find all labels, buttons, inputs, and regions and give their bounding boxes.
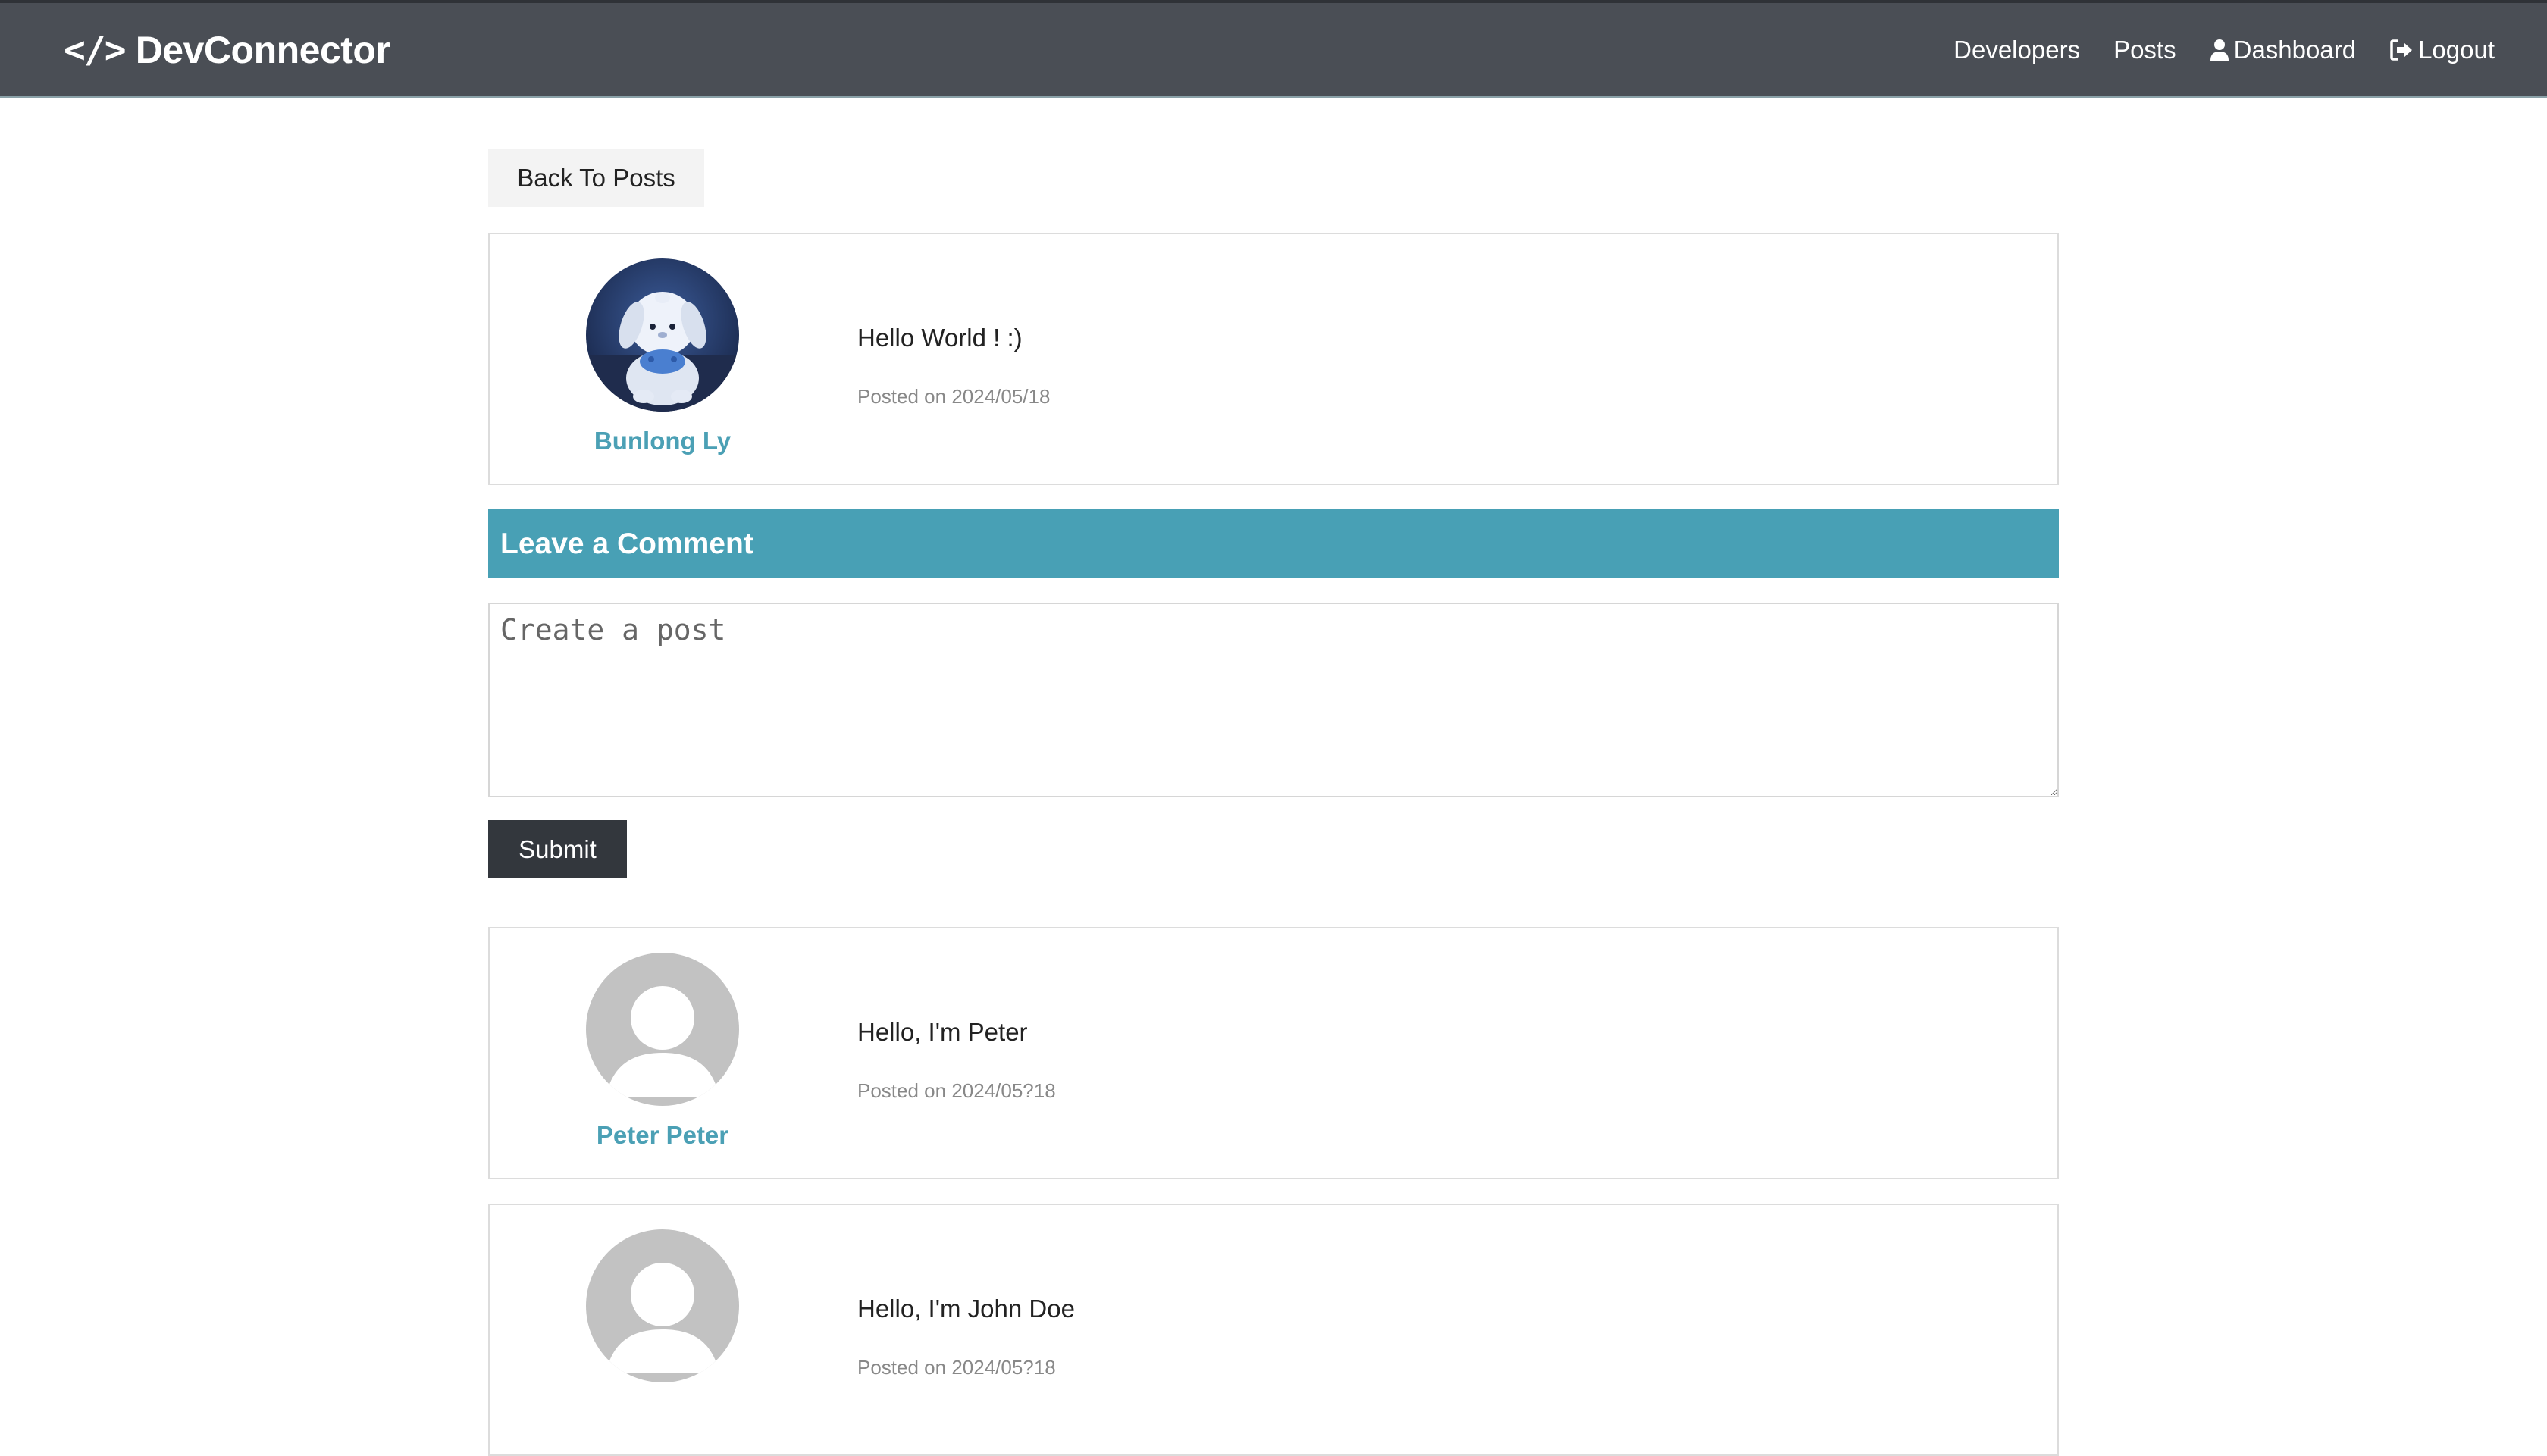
avatar [586,258,739,412]
nav-link-developers[interactable]: Developers [1953,36,2080,64]
comment-date: Posted on 2024/05?18 [857,1356,1056,1379]
nav-link-dashboard[interactable]: Dashboard [2210,36,2356,64]
post-text: Hello World ! :) [857,324,1023,352]
comment-author[interactable]: Peter Peter [579,953,746,1150]
navbar: </> DevConnector Developers Posts Dashbo… [0,0,2547,98]
nav-link-logout[interactable]: Logout [2389,36,2495,64]
user-icon [2210,39,2229,61]
back-to-posts-button[interactable]: Back To Posts [488,149,704,207]
default-avatar-icon [586,953,739,1106]
comment-date: Posted on 2024/05?18 [857,1079,1056,1102]
nav-link-posts-label: Posts [2113,35,2176,64]
comment-card: Hello, I'm John Doe Posted on 2024/05?18 [488,1204,2059,1456]
nav-link-logout-label: Logout [2418,35,2495,64]
brand-link[interactable]: </> DevConnector [64,28,390,72]
comment-author[interactable] [579,1229,746,1398]
comment-text: Hello, I'm John Doe [857,1295,1075,1323]
author-name: Bunlong Ly [594,427,732,455]
comment-form-title: Leave a Comment [500,527,753,560]
comment-text: Hello, I'm Peter [857,1018,1028,1046]
comment-form-header: Leave a Comment [488,509,2059,578]
nav-link-posts[interactable]: Posts [2113,36,2176,64]
code-icon: </> [64,28,127,71]
post-author[interactable]: Bunlong Ly [579,258,746,456]
comment-card: Peter Peter Hello, I'm Peter Posted on 2… [488,927,2059,1179]
submit-button[interactable]: Submit [488,820,627,878]
nav-link-developers-label: Developers [1953,35,2081,64]
default-avatar-icon [586,1229,739,1382]
author-name: Peter Peter [596,1121,729,1149]
post-card: Bunlong Ly Hello World ! :) Posted on 20… [488,233,2059,485]
nav-links: Developers Posts Dashboard Logout [1920,36,2495,64]
post-date: Posted on 2024/05/18 [857,385,1051,408]
comment-textarea[interactable] [488,603,2059,797]
brand-name: DevConnector [135,28,390,71]
nav-link-dashboard-label: Dashboard [2233,35,2357,64]
sign-out-icon [2389,39,2414,61]
